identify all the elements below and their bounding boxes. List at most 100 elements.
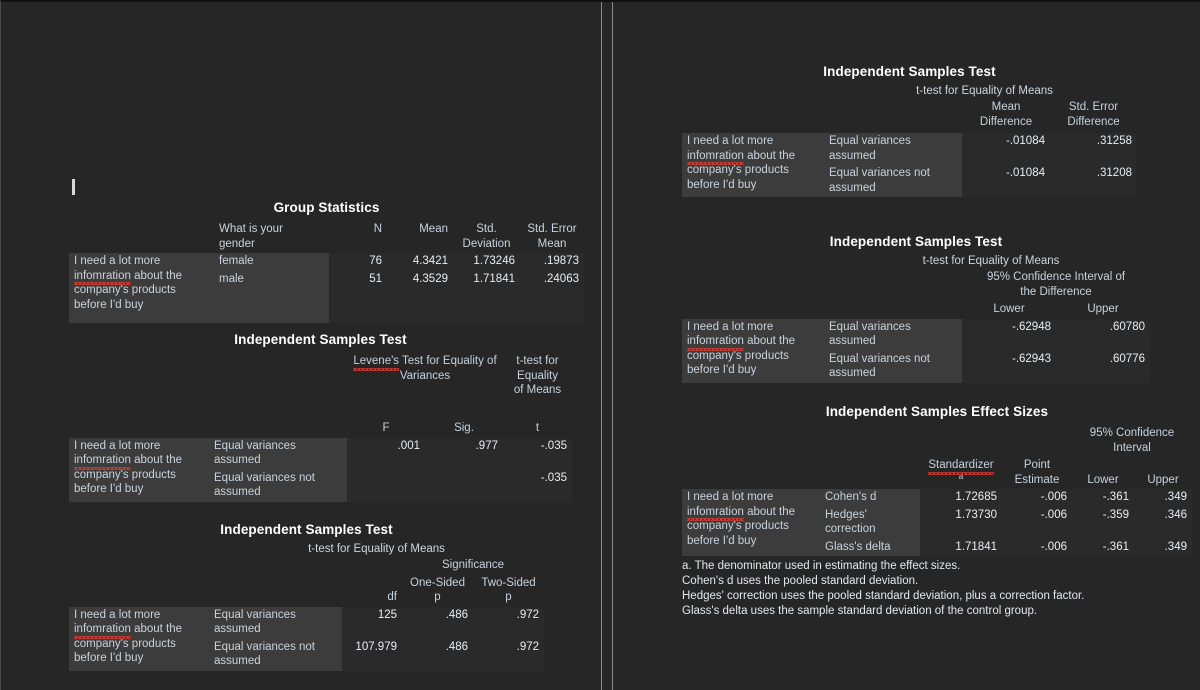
table-header-row-2: F Sig. t (69, 400, 572, 438)
header-n: N (373, 223, 382, 235)
levene-test-table[interactable]: Levene's Test for Equality of Variances … (69, 353, 572, 503)
cell-standardizer: 1.71841 (920, 538, 1002, 556)
cell-ci-lower: -.361 (1072, 489, 1134, 507)
table-bottom-border-row (682, 197, 1137, 198)
levene-test-title: Independent Samples Test (234, 332, 407, 347)
cell-sig-empty (425, 469, 503, 502)
header-two-sided-p: Two-Sided p (481, 576, 536, 604)
table-row[interactable]: I need a lot more infomration about the … (682, 133, 1137, 197)
footnote-a: a. The denominator used in estimating th… (682, 560, 961, 572)
effect-sizes-block: Independent Samples Effect Sizes 95% Con… (682, 404, 1192, 619)
significance-title: Independent Samples Test (220, 522, 393, 537)
row-label-variable: I need a lot more infomration about the … (69, 606, 209, 671)
table-header-row-2: Standardizer a Point Estimate Lower Uppe… (682, 457, 1192, 489)
mean-difference-subtitle: t-test for Equality of Means (916, 85, 1053, 97)
cell-sem: .24063 (520, 270, 584, 323)
confidence-interval-block: Independent Samples Test t-test for Equa… (682, 234, 1150, 384)
empty-corner (69, 221, 214, 253)
header-group-var: What is your gender (219, 223, 283, 250)
header-std-deviation: Std. Deviation (462, 223, 511, 250)
cell-group: male (214, 270, 329, 323)
cell-n: 76 (329, 253, 387, 271)
header-ttest-equality-means: t-test for Equality of Means (513, 355, 562, 396)
table-bottom-border-row (69, 502, 572, 503)
header-mean: Mean (419, 223, 448, 235)
table-header-row-2: df One-Sided p Two-Sided p (69, 575, 544, 607)
table-row[interactable]: I need a lot more infomration about the … (682, 318, 1150, 383)
right-output-pane[interactable]: Independent Samples Test t-test for Equa… (613, 2, 1200, 690)
table-header-row-1: Significance (69, 557, 544, 575)
table-bottom-border-row (682, 383, 1150, 384)
empty-corner-6 (820, 457, 920, 489)
header-levene-test: Levene's Test for Equality of Variances (353, 355, 497, 382)
empty-corner-1 (682, 269, 824, 301)
cell-variance-assumption: Equal variances not assumed (209, 469, 347, 502)
cell-f-empty (347, 469, 425, 502)
table-row[interactable]: I need a lot more infomration about the … (69, 253, 584, 323)
row-label-variable: I need a lot more infomration about the … (682, 318, 824, 383)
cell-ci-lower: -.62943 (962, 350, 1056, 383)
row-label-variable: I need a lot more infomration about the … (682, 133, 824, 197)
empty-corner-2 (824, 99, 962, 133)
cell-t: -.035 (503, 469, 572, 502)
table-header-row-2: Lower Upper (682, 301, 1150, 319)
group-statistics-table[interactable]: What is your gender N Mean Std. Deviatio… (69, 221, 584, 324)
empty-corner-1 (69, 557, 209, 575)
row-label-variable: I need a lot more infomration about the … (682, 489, 820, 556)
significance-block: Independent Samples Test t-test for Equa… (69, 522, 545, 672)
cell-ci-lower: -.359 (1072, 506, 1134, 539)
cell-two-sided-p: .972 (473, 638, 545, 671)
cell-n: 51 (329, 270, 387, 323)
cell-mean: 4.3529 (387, 270, 453, 323)
header-std-error-difference: Std. Error Difference (1067, 101, 1120, 128)
footnote-glass: Glass's delta uses the sample standard d… (682, 605, 1038, 617)
header-std-error-mean: Std. Error Mean (527, 223, 577, 250)
effect-sizes-table[interactable]: 95% Confidence Interval Standardizer a P… (682, 425, 1192, 557)
header-one-sided-p: One-Sided p (410, 576, 465, 604)
header-f: F (382, 422, 390, 434)
header-upper: Upper (1087, 303, 1119, 315)
group-statistics-title: Group Statistics (273, 200, 380, 215)
mean-difference-table[interactable]: Mean Difference Std. Error Difference I … (682, 99, 1137, 198)
cell-variance-assumption: Equal variances not assumed (824, 165, 962, 197)
cell-sig: .977 (425, 437, 503, 470)
cell-sd: 1.73246 (453, 253, 520, 271)
header-df: df (387, 591, 397, 603)
empty-corner-4 (1002, 425, 1072, 457)
spss-output-viewer: Group Statistics What is your gender N M… (0, 0, 1200, 690)
cell-f: .001 (347, 437, 425, 470)
group-statistics-block: Group Statistics What is your gender N M… (69, 200, 584, 324)
table-row[interactable]: I need a lot more infomration about the … (69, 437, 572, 502)
cell-ci-upper: .346 (1134, 506, 1192, 539)
table-header-row: Mean Difference Std. Error Difference (682, 99, 1137, 133)
row-label-variable: I need a lot more infomration about the … (69, 253, 214, 323)
misspelled-word: infomration (74, 623, 131, 638)
table-header-row: What is your gender N Mean Std. Deviatio… (69, 221, 584, 253)
table-row[interactable]: I need a lot more infomration about the … (682, 489, 1192, 556)
empty-corner-2 (820, 425, 920, 457)
empty-corner-1 (682, 99, 824, 133)
header-lower: Lower (993, 303, 1025, 315)
misspelled-word: Levene's (353, 355, 400, 370)
cell-measure: Hedges' correction (820, 506, 920, 539)
cell-ci-upper: .60780 (1056, 318, 1150, 351)
panel-divider[interactable] (601, 2, 613, 690)
levene-test-block: Independent Samples Test Levene's Test f… (69, 332, 572, 503)
empty-corner-1 (69, 353, 209, 400)
cell-df: 125 (342, 606, 402, 639)
cell-standardizer: 1.73730 (920, 506, 1002, 539)
confidence-interval-table[interactable]: 95% Confidence Interval of the Differenc… (682, 269, 1150, 384)
cell-df: 107.979 (342, 638, 402, 671)
cell-group: female (214, 253, 329, 271)
confidence-interval-title: Independent Samples Test (829, 234, 1003, 249)
header-upper: Upper (1147, 473, 1179, 486)
cell-se-difference: .31258 (1050, 133, 1137, 165)
empty-corner-4 (824, 301, 962, 319)
left-output-pane[interactable]: Group Statistics What is your gender N M… (1, 2, 601, 690)
table-row[interactable]: I need a lot more infomration about the … (69, 606, 545, 671)
effect-sizes-footnotes: a. The denominator used in estimating th… (682, 559, 1192, 619)
header-t: t (535, 422, 540, 434)
significance-table[interactable]: Significance df One-Sided p Two-Sided p (69, 557, 545, 672)
header-sig: Sig. (454, 422, 474, 434)
cell-ci-upper: .60776 (1056, 350, 1150, 383)
